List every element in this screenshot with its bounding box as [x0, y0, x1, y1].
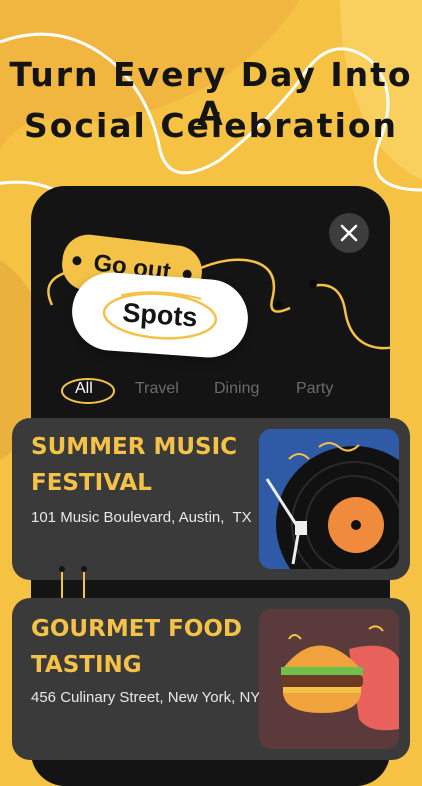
event-address: 456 Culinary Street, New York, NY [31, 689, 261, 706]
event-card[interactable]: SUMMER MUSIC FESTIVAL 101 Music Boulevar… [12, 418, 410, 580]
event-card[interactable]: GOURMET FOOD TASTING 456 Culinary Street… [12, 598, 410, 760]
event-image [259, 609, 399, 749]
burger-icon [259, 609, 399, 749]
tab-all[interactable]: All [75, 380, 93, 398]
event-title-line-1: SUMMER MUSIC [31, 434, 238, 460]
tag-hole [71, 255, 82, 266]
event-title-line-1: GOURMET FOOD [31, 616, 243, 642]
close-button[interactable] [329, 213, 369, 253]
event-address: 101 Music Boulevard, Austin, TX [31, 509, 252, 526]
event-title-line-2: TASTING [31, 652, 142, 678]
close-icon [340, 224, 358, 242]
tag-spots: Spots [69, 269, 251, 361]
tab-party[interactable]: Party [296, 380, 333, 398]
category-tabs: All Travel Dining Party [58, 376, 378, 406]
tab-travel[interactable]: Travel [135, 380, 179, 398]
tag-spots-label: Spots [121, 296, 199, 333]
vinyl-record-icon [259, 429, 399, 569]
event-title-line-2: FESTIVAL [31, 470, 152, 496]
tab-dining[interactable]: Dining [214, 380, 259, 398]
event-image [259, 429, 399, 569]
